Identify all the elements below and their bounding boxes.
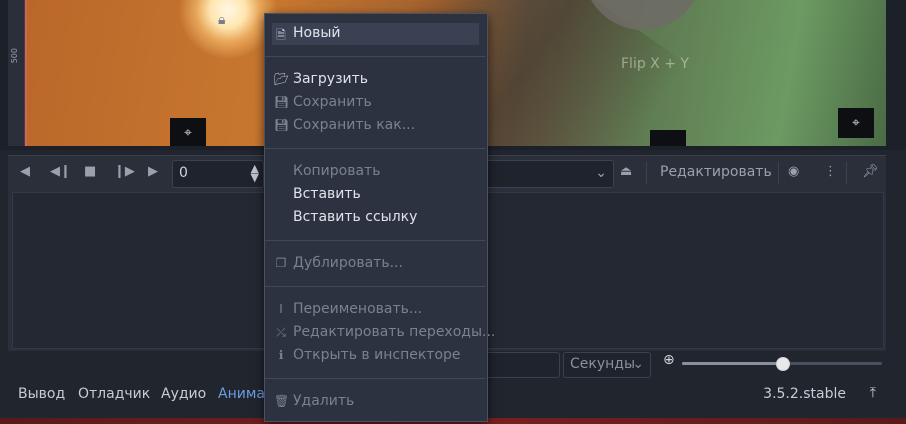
menu-item-paste-reference[interactable]: Вставить ссылку (272, 207, 479, 229)
node-gizmo[interactable]: ⌖ (838, 108, 874, 138)
autoplay-icon[interactable]: ⏏ (620, 164, 632, 179)
vertical-ruler: 500 (8, 0, 25, 146)
menu-divider (265, 286, 485, 287)
menu-item-label: Дублировать... (293, 255, 403, 271)
flip-label: Flip X + Y (621, 56, 689, 72)
save-icon: 💾︎ (274, 95, 290, 109)
y-axis-line (25, 0, 27, 146)
snap-field[interactable] (486, 352, 560, 378)
light-glow (178, 0, 278, 60)
node-gizmo[interactable] (650, 130, 686, 146)
transitions-icon: ⤯ (276, 325, 286, 339)
play-backwards-from-start-icon[interactable]: ◀❙ (50, 164, 71, 179)
menu-item-label: Вставить (293, 186, 361, 202)
version-label: 3.5.2.stable (763, 386, 846, 402)
crosshair-icon: ⌖ (184, 125, 192, 141)
onion-skin-icon[interactable]: ◉ (788, 164, 799, 179)
more-options-icon[interactable]: ⋮ (824, 164, 837, 179)
toolbar-divider (778, 162, 779, 184)
trash-icon: 🗑︎ (274, 394, 290, 408)
menu-item-edit-transitions[interactable]: ⤯ Редактировать переходы... (272, 322, 495, 344)
stop-icon[interactable]: ■ (84, 164, 96, 179)
zoom-slider[interactable] (682, 357, 882, 371)
pin-icon[interactable]: 📌︎ (862, 164, 879, 179)
menu-item-open-in-inspector[interactable]: ℹ︎ Открыть в инспекторе (272, 345, 479, 367)
time-units-select[interactable]: Секунды ⌄ (563, 352, 651, 378)
menu-item-label: Сохранить как... (293, 117, 416, 133)
play-backwards-icon[interactable]: ◀ (20, 164, 30, 179)
viewport-edge (886, 0, 906, 150)
menu-item-label: Редактировать переходы... (293, 324, 496, 340)
menu-item-delete[interactable]: 🗑︎ Удалить (272, 391, 479, 413)
zoom-icon: ⊕ (663, 352, 675, 368)
edit-button[interactable]: Редактировать (660, 164, 772, 180)
zoom-slider-fill (682, 362, 782, 365)
menu-item-label: Сохранить (293, 94, 372, 110)
animation-context-menu: 🗎 Новый 📂︎ Загрузить 💾︎ Сохранить 💾︎ Сох… (264, 13, 495, 422)
menu-item-save[interactable]: 💾︎ Сохранить (272, 92, 479, 114)
play-icon[interactable]: ▶ (148, 164, 158, 179)
lock-icon: 🔒︎ (218, 12, 226, 28)
toolbar-divider (846, 162, 847, 184)
menu-item-paste[interactable]: Вставить (272, 184, 479, 206)
ruler-mark: 500 (10, 48, 19, 64)
frame-position-input[interactable]: 0 ▲ ▼ (172, 160, 264, 188)
spinner-arrows-icon[interactable]: ▲ ▼ (251, 163, 259, 183)
menu-item-save-as[interactable]: 💾︎ Сохранить как... (272, 115, 479, 137)
chevron-down-icon: ⌄ (632, 356, 644, 372)
inspector-icon: ℹ︎ (278, 348, 284, 362)
save-as-icon: 💾︎ (274, 118, 290, 132)
play-from-start-icon[interactable]: ❙▶ (114, 164, 135, 179)
duplicate-icon: ❐ (275, 256, 287, 270)
menu-item-load[interactable]: 📂︎ Загрузить (272, 69, 479, 91)
menu-item-label: Открыть в инспекторе (293, 347, 461, 363)
frame-position-value: 0 (179, 165, 188, 181)
menu-divider (265, 56, 485, 57)
menu-item-label: Удалить (293, 393, 355, 409)
menu-item-label: Копировать (293, 163, 381, 179)
menu-item-copy[interactable]: Копировать (272, 161, 479, 183)
tab-debugger[interactable]: Отладчик (78, 386, 150, 402)
menu-divider (265, 148, 485, 149)
menu-item-label: Загрузить (293, 71, 369, 87)
menu-item-new[interactable]: 🗎 Новый (272, 23, 479, 45)
menu-item-label: Вставить ссылку (293, 209, 418, 225)
menu-item-label: Новый (293, 25, 341, 41)
menu-item-rename[interactable]: I Переименовать... (272, 299, 479, 321)
zoom-slider-knob[interactable] (776, 357, 790, 371)
tab-audio[interactable]: Аудио (161, 386, 206, 402)
new-file-icon: 🗎 (276, 28, 286, 42)
rename-icon: I (279, 302, 283, 316)
folder-open-icon: 📂︎ (274, 72, 290, 86)
tab-output[interactable]: Вывод (18, 386, 65, 402)
menu-divider (265, 378, 485, 379)
menu-item-duplicate[interactable]: ❐ Дублировать... (272, 253, 479, 275)
crosshair-icon: ⌖ (852, 115, 860, 131)
menu-item-label: Переименовать... (293, 301, 423, 317)
tab-animation[interactable]: Анима (218, 386, 265, 402)
node-gizmo[interactable]: ⌖ (170, 118, 206, 146)
animation-select[interactable]: ⌄ (484, 160, 614, 188)
time-units-label: Секунды (570, 356, 636, 372)
expand-panel-icon[interactable]: ⤒ (870, 385, 876, 401)
chevron-down-icon: ⌄ (595, 165, 607, 181)
toolbar-divider (646, 162, 647, 184)
menu-divider (265, 240, 485, 241)
